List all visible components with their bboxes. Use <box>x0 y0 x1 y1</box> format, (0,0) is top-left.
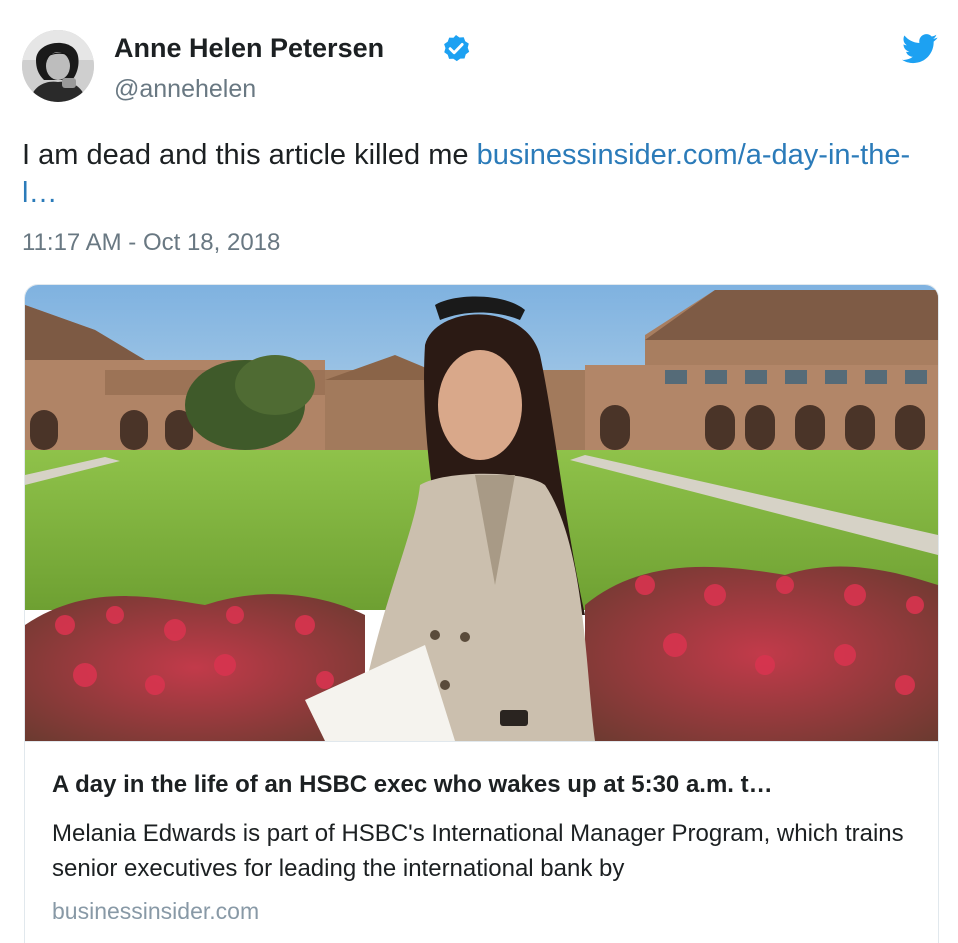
card-body: A day in the life of an HSBC exec who wa… <box>25 741 938 924</box>
embedded-tweet: Anne Helen Petersen @annehelen I am dead… <box>0 0 958 943</box>
tweet-body: I am dead and this article killed me <box>22 139 477 171</box>
card-title[interactable]: A day in the life of an HSBC exec who wa… <box>52 770 912 800</box>
author-name[interactable]: Anne Helen Petersen <box>114 32 384 64</box>
card-domain: businessinsider.com <box>52 898 260 924</box>
tweet-text: I am dead and this article killed me bus… <box>22 136 927 212</box>
twitter-bird-icon[interactable] <box>902 34 938 64</box>
author-handle[interactable]: @annehelen <box>114 74 256 104</box>
avatar[interactable] <box>22 30 94 102</box>
card-description: Melania Edwards is part of HSBC's Intern… <box>52 820 904 882</box>
card-image <box>25 285 938 741</box>
verified-badge-icon <box>444 35 470 62</box>
tweet-timestamp[interactable]: 11:17 AM - Oct 18, 2018 <box>22 228 280 258</box>
avatar-image <box>22 30 94 102</box>
link-preview-card[interactable]: A day in the life of an HSBC exec who wa… <box>24 284 939 943</box>
